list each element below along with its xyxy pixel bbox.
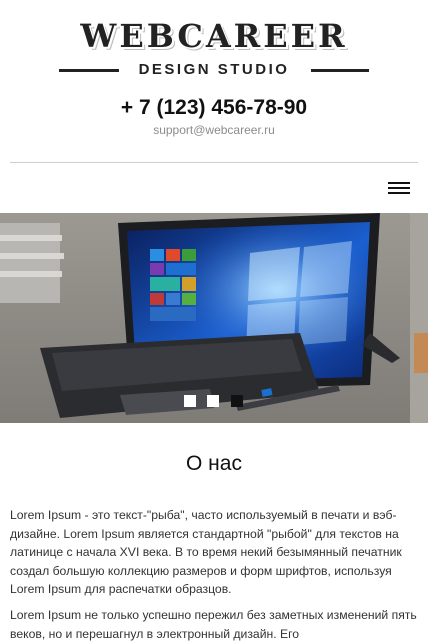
slider-dot-2[interactable] bbox=[207, 395, 219, 407]
about-paragraph-1: Lorem Ipsum - это текст-"рыба", часто ис… bbox=[10, 508, 402, 596]
about-paragraph-2: Lorem Ipsum не только успешно пережил бе… bbox=[10, 608, 417, 641]
hero-slider[interactable] bbox=[0, 213, 428, 423]
logo-title: WEBCAREER bbox=[80, 17, 348, 55]
logo-line-right bbox=[311, 69, 369, 72]
phone-number[interactable]: + 7 (123) 456-78-90 bbox=[0, 96, 428, 120]
hamburger-bar bbox=[388, 192, 410, 194]
hamburger-menu-icon[interactable] bbox=[388, 181, 410, 197]
about-title: О нас bbox=[186, 452, 242, 475]
header-divider bbox=[10, 162, 418, 163]
slider-dot-1[interactable] bbox=[184, 395, 196, 407]
slide-image bbox=[0, 213, 428, 423]
hamburger-bar bbox=[388, 187, 410, 189]
support-email[interactable]: support@webcareer.ru bbox=[0, 123, 428, 137]
hamburger-bar bbox=[388, 182, 410, 184]
slider-dot-3-active[interactable] bbox=[231, 395, 243, 407]
logo[interactable]: WEBCAREER DESIGN STUDIO bbox=[0, 0, 428, 95]
